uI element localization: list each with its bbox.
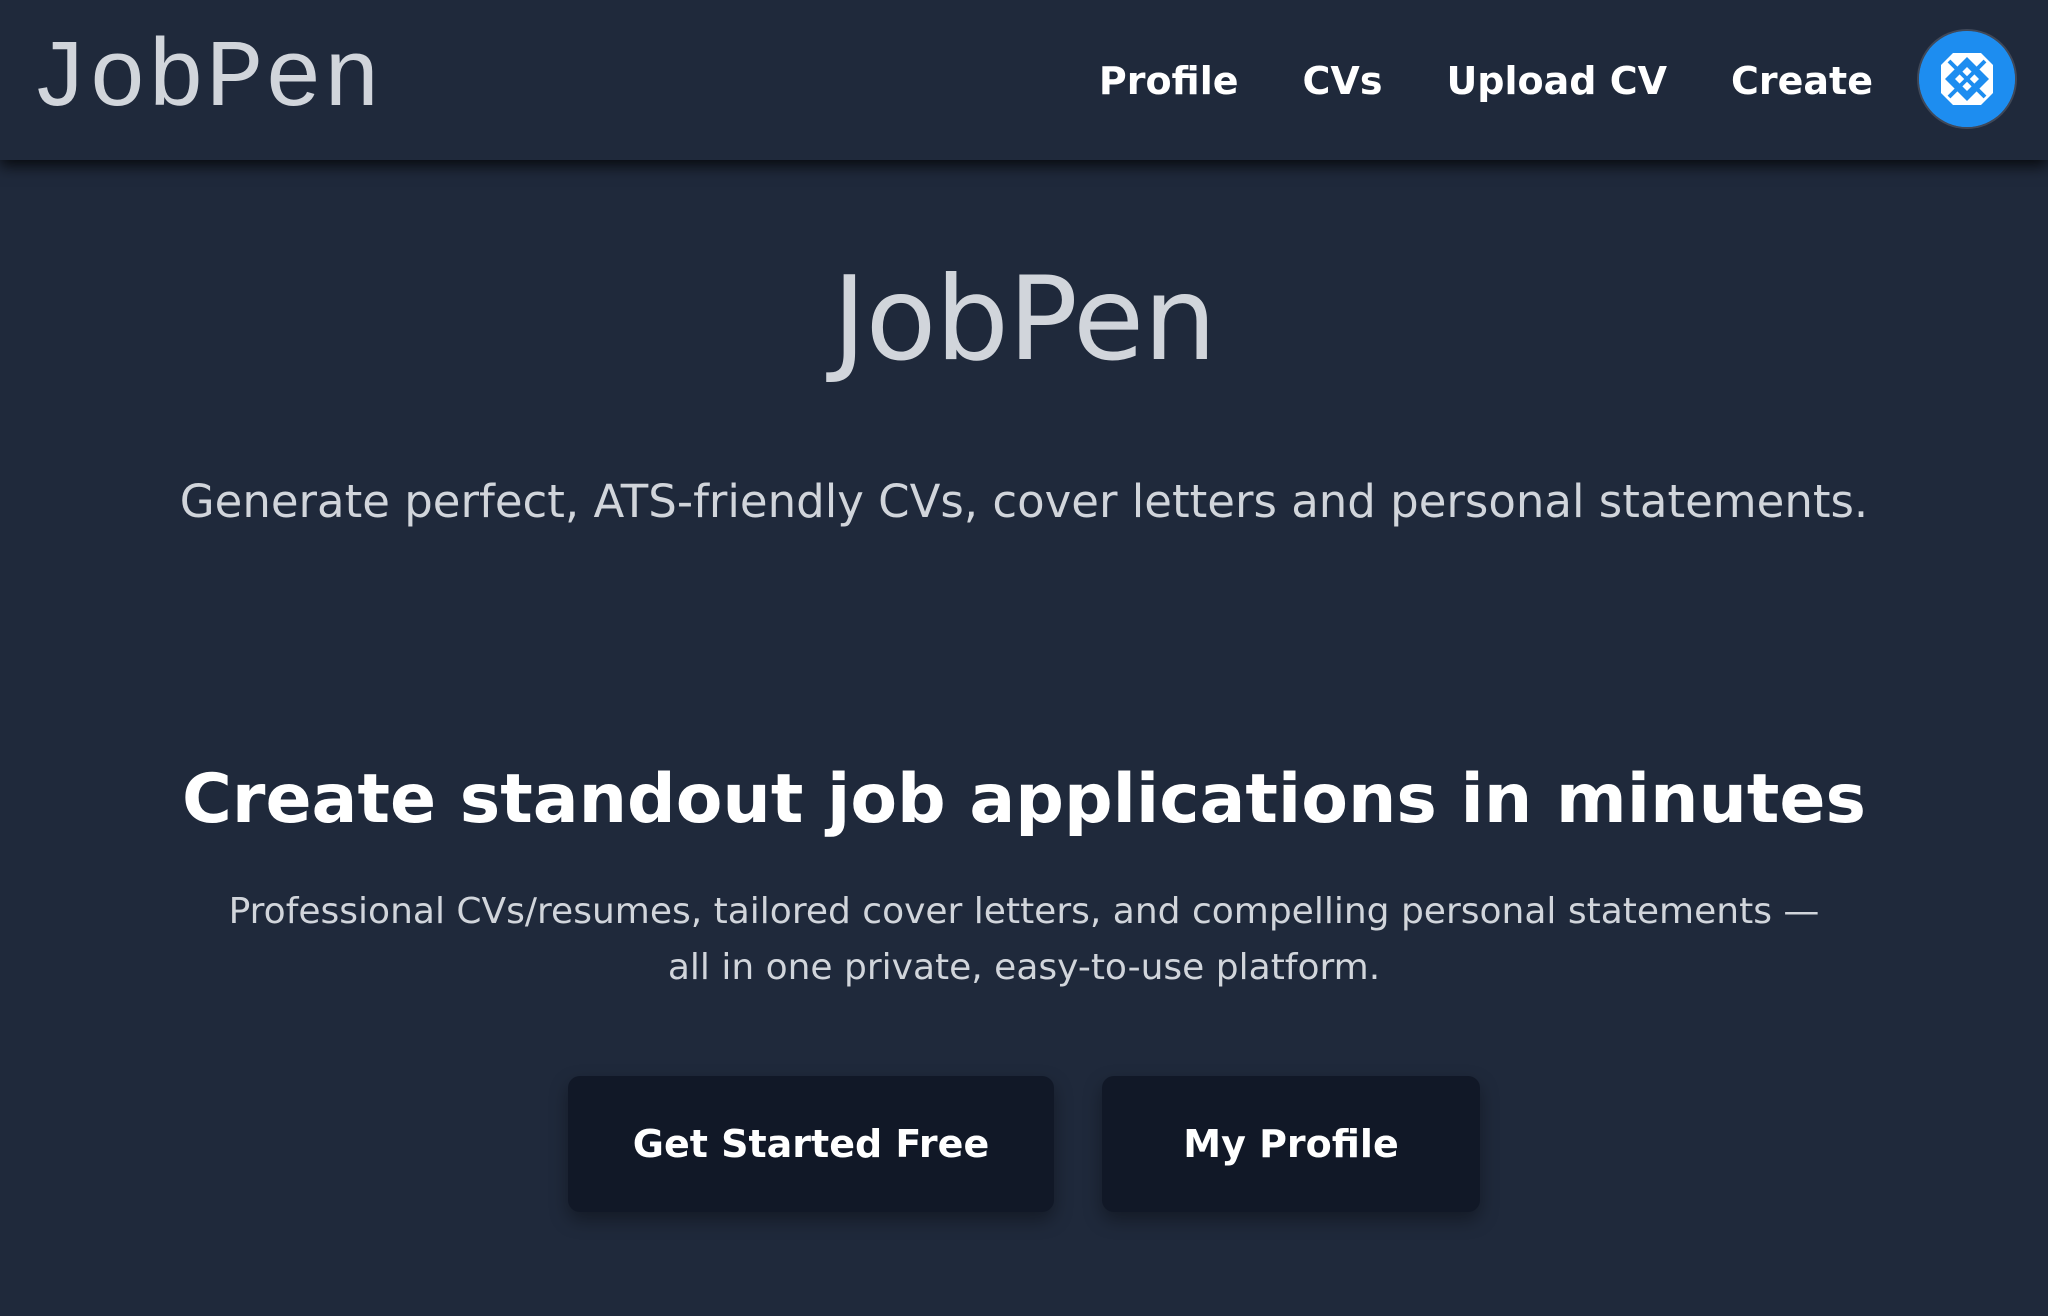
nav-upload-cv-link[interactable]: Upload CV xyxy=(1446,59,1667,103)
top-navbar: JobPen Profile CVs Upload CV Create xyxy=(0,0,2048,160)
nav-profile-link[interactable]: Profile xyxy=(1099,59,1239,103)
hero-title: JobPen xyxy=(832,252,1217,387)
nav-cvs-link[interactable]: CVs xyxy=(1303,59,1383,103)
main-nav: Profile CVs Upload CV Create xyxy=(1099,48,1873,114)
user-avatar-button[interactable] xyxy=(1919,31,2015,127)
nav-create-link[interactable]: Create xyxy=(1731,59,1873,103)
user-avatar-icon xyxy=(1919,31,2015,127)
features-description: Professional CVs/resumes, tailored cover… xyxy=(228,891,1820,988)
brand-logo[interactable]: JobPen xyxy=(30,24,382,136)
my-profile-button[interactable]: My Profile xyxy=(1102,1076,1480,1212)
hero-tagline: Generate perfect, ATS-friendly CVs, cove… xyxy=(179,475,1869,528)
get-started-button[interactable]: Get Started Free xyxy=(568,1076,1054,1212)
features-heading: Create standout job applications in minu… xyxy=(182,760,1866,839)
